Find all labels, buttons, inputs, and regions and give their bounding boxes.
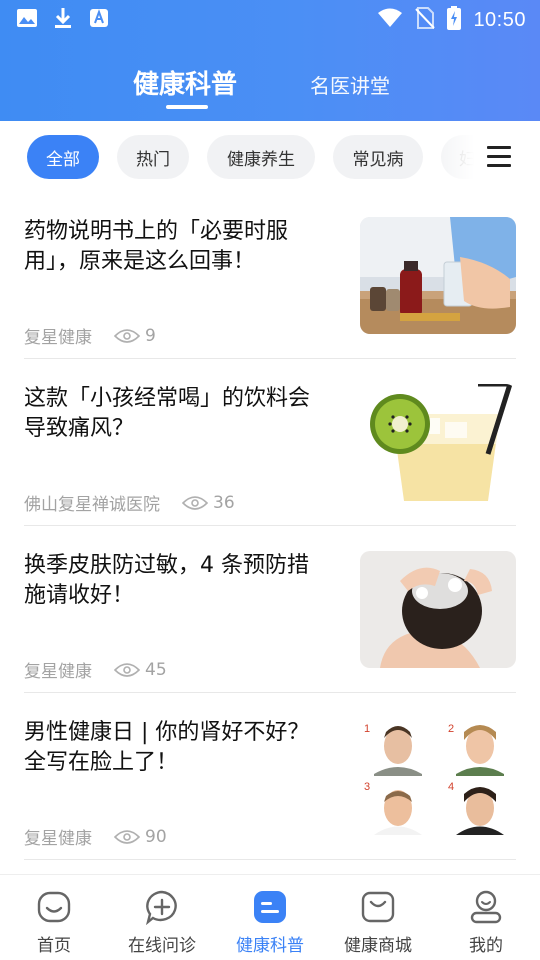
tab-famous-doctors[interactable]: 名医讲堂 (310, 70, 390, 99)
view-count-value: 45 (145, 659, 167, 680)
view-count-value: 90 (145, 826, 167, 847)
article-source: 复星健康 (24, 328, 92, 348)
consult-chat-icon (144, 889, 180, 926)
nav-label: 首页 (37, 936, 71, 956)
hamburger-icon[interactable] (484, 145, 514, 171)
status-time: 10:50 (473, 8, 526, 31)
no-sim-icon (415, 7, 436, 33)
article-title: 男性健康日 | 你的肾好不好？全写在脸上了！ (24, 720, 310, 775)
home-face-icon (36, 889, 72, 925)
header: 10:50 健康科普 名医讲堂 (0, 0, 540, 121)
article-icon (252, 889, 288, 925)
battery-charging-icon (447, 6, 462, 34)
article-title: 换季皮肤防过敏，4 条预防措施请收好！ (24, 553, 309, 608)
article-meta: 复星健康 90 (24, 824, 167, 850)
kiwi-drink-image (360, 384, 516, 501)
tab-health-science[interactable]: 健康科普 (133, 64, 237, 101)
nav-item-consult[interactable]: 在线问诊 (112, 889, 212, 956)
nav-item-profile[interactable]: 我的 (436, 889, 536, 956)
article-title: 这款「小孩经常喝」的饮料会导致痛风？ (24, 386, 311, 441)
category-chip-all[interactable]: 全部 (27, 135, 99, 179)
list-divider (24, 525, 516, 526)
list-divider (24, 358, 516, 359)
svg-text:4: 4 (448, 781, 454, 793)
active-tab-indicator (166, 105, 208, 109)
bottom-nav: 首页 在线问诊 健康科普 健康商城 我的 (0, 874, 540, 960)
image-icon (16, 7, 38, 29)
category-chip-hot[interactable]: 热门 (117, 135, 189, 179)
nav-label: 我的 (469, 936, 503, 956)
view-count: 9 (114, 326, 156, 346)
eye-icon (114, 328, 140, 343)
article-source: 佛山复星禅诚医院 (24, 495, 160, 515)
list-divider (24, 692, 516, 693)
view-count-value: 9 (145, 325, 156, 346)
top-tab-bar: 健康科普 名医讲堂 (0, 60, 540, 110)
view-count-value: 36 (213, 492, 235, 513)
eye-icon (114, 662, 140, 677)
view-count: 90 (114, 827, 167, 847)
app-store-icon (88, 7, 110, 29)
profile-icon (468, 889, 504, 925)
four-faces-image: 1 2 3 4 (360, 718, 516, 835)
eye-icon (182, 495, 208, 510)
nav-label: 在线问诊 (128, 936, 196, 956)
status-bar: 10:50 (0, 0, 540, 38)
nav-item-health-science[interactable]: 健康科普 (220, 889, 320, 956)
nav-item-home[interactable]: 首页 (4, 889, 104, 956)
svg-text:1: 1 (364, 723, 370, 735)
nav-label: 健康科普 (236, 936, 304, 956)
article-meta: 复星健康 45 (24, 657, 167, 683)
article-meta: 复星健康 9 (24, 323, 156, 349)
svg-text:2: 2 (448, 723, 454, 735)
nav-item-shop[interactable]: 健康商城 (328, 889, 428, 956)
category-chip-wellness[interactable]: 健康养生 (207, 135, 315, 179)
list-divider (24, 859, 516, 860)
medicine-bottles-image (360, 217, 516, 334)
article-source: 复星健康 (24, 662, 92, 682)
download-icon (52, 7, 74, 29)
category-chip-common-illness[interactable]: 常见病 (333, 135, 423, 179)
category-bar: 全部 热门 健康养生 常见病 妇 (0, 135, 540, 181)
nav-label: 健康商城 (344, 936, 412, 956)
view-count: 45 (114, 660, 167, 680)
article-meta: 佛山复星禅诚医院 36 (24, 490, 235, 516)
wifi-icon (377, 8, 403, 32)
eye-icon (114, 829, 140, 844)
shopping-bag-icon (360, 889, 396, 925)
view-count: 36 (182, 493, 235, 513)
article-title: 药物说明书上的「必要时服用」，原来是这么回事！ (24, 219, 289, 274)
hair-washing-image (360, 551, 516, 668)
article-source: 复星健康 (24, 829, 92, 849)
svg-text:3: 3 (364, 781, 370, 793)
